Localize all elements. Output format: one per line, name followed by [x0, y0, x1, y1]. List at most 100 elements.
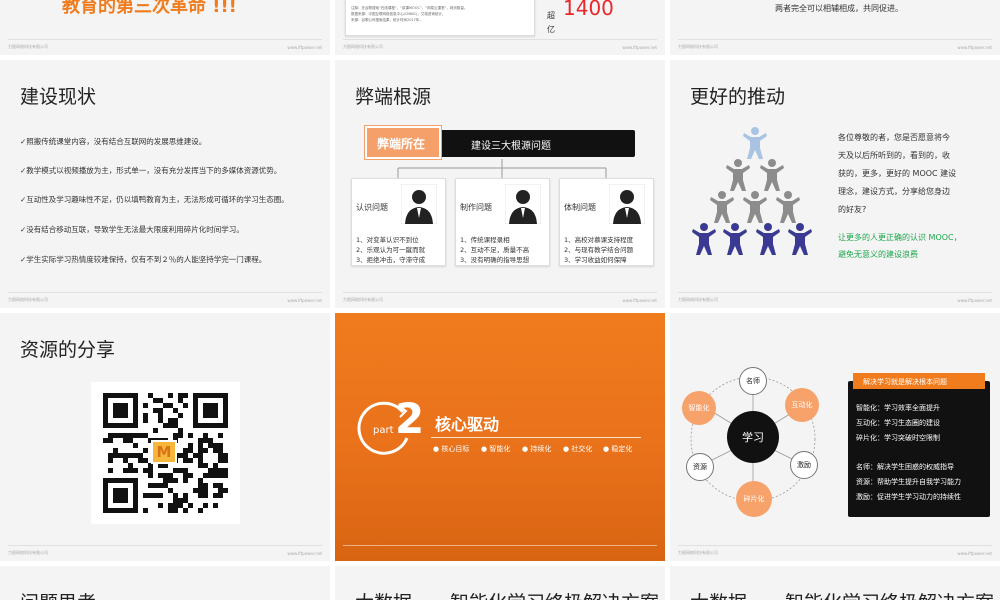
- green-line: 避免无意义的建设浪费: [838, 250, 918, 259]
- footer-line: [678, 545, 992, 546]
- node-intelligent: 智能化: [682, 391, 716, 425]
- card-line: 1、传统课程录相: [460, 236, 510, 244]
- businessman-icon: [401, 184, 437, 224]
- green-line: 让更多的人更正确的认识 MOOC，: [838, 233, 962, 242]
- slide-core-drive-section[interactable]: part 2 核心驱动 ● 核心目标 ● 智能化 ● 持续化 ● 社交化 ● 稳…: [335, 313, 665, 561]
- node-learning-center: 学习: [727, 411, 779, 463]
- businessman-icon: [505, 184, 541, 224]
- solution-line: 资源：帮助学生提升自我学习能力: [856, 478, 961, 486]
- solution-line: 激励：促进学生学习动力的持续性: [856, 493, 961, 501]
- footer-company: 力图网络科技有限公司: [343, 297, 383, 302]
- footer-line: [343, 545, 657, 546]
- footer-company: 力图网络科技有限公司: [8, 550, 48, 555]
- footer-url: www.lftpower.net: [287, 551, 322, 556]
- part-word: part: [373, 425, 394, 436]
- footer-line: [8, 545, 322, 546]
- bullet-item: ✓照搬传统课堂内容，没有结合互联网的发展思维建设。: [20, 137, 207, 146]
- slide-title: 问题思考: [20, 588, 96, 600]
- section-underline: [431, 437, 641, 438]
- slide-title: 资源的分享: [20, 339, 116, 361]
- footer-line: [678, 39, 992, 40]
- slide-top-1[interactable]: 教育的第三次革命 !!! 力图网络科技有限公司 www.lftpower.net: [0, 0, 330, 55]
- card-line: 3、学习收益如何保障: [564, 256, 627, 264]
- big-number: 1400: [563, 0, 614, 20]
- footer-line: [678, 292, 992, 293]
- slide-top-3[interactable]: 两者完全可以相辅相成，共同促进。 力图网络科技有限公司 www.lftpower…: [670, 0, 1000, 55]
- footer-company: 力图网络科技有限公司: [343, 44, 383, 49]
- card-line: 2、互动不足，质量不高: [460, 246, 530, 254]
- bullet-item: ✓教学模式以视频播放为主，形式单一，没有充分发挥当下的多媒体资源优势。: [20, 166, 282, 175]
- section-item: ● 核心目标: [433, 445, 470, 453]
- card-label: 认识问题: [356, 203, 388, 212]
- revolution-text: 教育的第三次革命 !!!: [62, 0, 237, 17]
- footer-company: 力图网络科技有限公司: [678, 44, 718, 49]
- slide-root-causes[interactable]: 弊端根源 建设三大根源问题 弊端所在 认识问题 1、对变革认识不到位 2、乐观认…: [335, 60, 665, 308]
- businessman-icon: [609, 184, 645, 224]
- node-interactive: 互动化: [785, 388, 819, 422]
- para-line: 获的，更多，更好的 MOOC 建设: [838, 169, 957, 178]
- solution-panel-title: 解决学习就是解决根本问题: [863, 378, 947, 386]
- footer-url: www.lftpower.net: [622, 45, 657, 50]
- para-line: 各位尊敬的者，您是否愿意将今: [838, 133, 950, 142]
- slide-title: 大数据——智能化学习终极解决方案: [690, 588, 994, 600]
- footer-company: 力图网络科技有限公司: [8, 297, 48, 302]
- slide-better-push[interactable]: 更好的推动 各位尊敬的者，您是否愿意将今 天及以后所听到的，看到的，收 获的，更…: [670, 60, 1000, 308]
- bullet-item: ✓互动性及学习趣味性不足，仍以填鸭教育为主，无法形成可循环的学习生态圈。: [20, 195, 289, 204]
- bullet-item: ✓没有结合移动互联，导致学生无法最大限度利用碎片化时间学习。: [20, 225, 244, 234]
- card-line: 2、与现有教学结合问题: [564, 246, 634, 254]
- slide-bottom-1[interactable]: 问题思考: [0, 566, 330, 600]
- solution-line: 碎片化：学习突破时空限制: [856, 434, 940, 442]
- footer-url: www.lftpower.net: [287, 298, 322, 303]
- slide-title: 建设现状: [20, 86, 97, 108]
- footer-line: [343, 39, 657, 40]
- footer-line: [343, 292, 657, 293]
- card-line: 1、对变革认识不到位: [356, 236, 419, 244]
- footer-url: www.lftpower.net: [957, 45, 992, 50]
- footer-line: [8, 292, 322, 293]
- footer-company: 力图网络科技有限公司: [8, 44, 48, 49]
- card-line: 1、高校对慕课支持程度: [564, 236, 634, 244]
- bullet-item: ✓学生实际学习热情度较难保持，仅有不到２％的人能坚持学完一门课程。: [20, 255, 267, 264]
- para-line: 的好友?: [838, 205, 867, 214]
- slide-title: 大数据——智能化学习终极解决方案: [355, 588, 659, 600]
- footer-url: www.lftpower.net: [957, 298, 992, 303]
- para-line: 天及以后所听到的，看到的，收: [838, 151, 950, 160]
- unit-chao: 超: [547, 11, 555, 20]
- footer-company: 力图网络科技有限公司: [678, 297, 718, 302]
- node-resource: 资源: [686, 453, 714, 481]
- complement-text: 两者完全可以相辅相成，共同促进。: [775, 4, 903, 13]
- section-item: ● 稳定化: [603, 445, 633, 453]
- section-item: ● 智能化: [481, 445, 511, 453]
- note-line: 来源：谷歌公司搜索结果，统计时间2017年。: [351, 18, 423, 22]
- unit-yi: 亿: [547, 25, 555, 34]
- solution-line: 名师：解决学生困惑的权威指导: [856, 463, 954, 471]
- slide-resource-sharing[interactable]: 资源的分享 M 力图网络科技有限公司 www.lftpower.net: [0, 313, 330, 561]
- slide-bottom-2[interactable]: 大数据——智能化学习终极解决方案: [335, 566, 665, 600]
- part-number: 2: [395, 394, 425, 443]
- section-title: 核心驱动: [435, 415, 500, 434]
- qr-logo-icon: M: [151, 440, 177, 464]
- solution-line: 互动化：学习生态圈的建设: [856, 419, 940, 427]
- people-pyramid-icon: [692, 127, 812, 255]
- slide-title: 更好的推动: [690, 86, 786, 108]
- footer-line: [8, 39, 322, 40]
- node-fragmented: 碎片化: [736, 481, 772, 517]
- slide-top-2[interactable]: 注释：在谷歌搜索“在线课程”，“慕课MOOC”，“网易云课堂”，网页数量。 数据…: [335, 0, 665, 55]
- search-screenshot-box: 注释：在谷歌搜索“在线课程”，“慕课MOOC”，“网易云课堂”，网页数量。 数据…: [345, 0, 535, 36]
- node-teacher: 名师: [739, 367, 767, 395]
- card-label: 体制问题: [564, 203, 596, 212]
- slide-learning-solution[interactable]: 名师 互动化 激励 碎片化 资源 智能化 学习 解决学习就是解决根本问题 智能化…: [670, 313, 1000, 561]
- slide-construction-status[interactable]: 建设现状 ✓照搬传统课堂内容，没有结合互联网的发展思维建设。 ✓教学模式以视频播…: [0, 60, 330, 308]
- card-label: 制作问题: [460, 203, 492, 212]
- para-line: 理念，建设方式，分享给您身边: [838, 187, 950, 196]
- card-line: 3、没有明确的指导思想: [460, 256, 530, 264]
- solution-line: 智能化：学习效率全面提升: [856, 404, 940, 412]
- slide-bottom-3[interactable]: 大数据——智能化学习终极解决方案: [670, 566, 1000, 600]
- footer-company: 力图网络科技有限公司: [678, 550, 718, 555]
- section-item: ● 持续化: [522, 445, 552, 453]
- qr-logo-text: M: [156, 443, 172, 461]
- footer-url: www.lftpower.net: [957, 551, 992, 556]
- footer-url: www.lftpower.net: [622, 298, 657, 303]
- section-item: ● 社交化: [563, 445, 593, 453]
- node-incentive: 激励: [790, 451, 818, 479]
